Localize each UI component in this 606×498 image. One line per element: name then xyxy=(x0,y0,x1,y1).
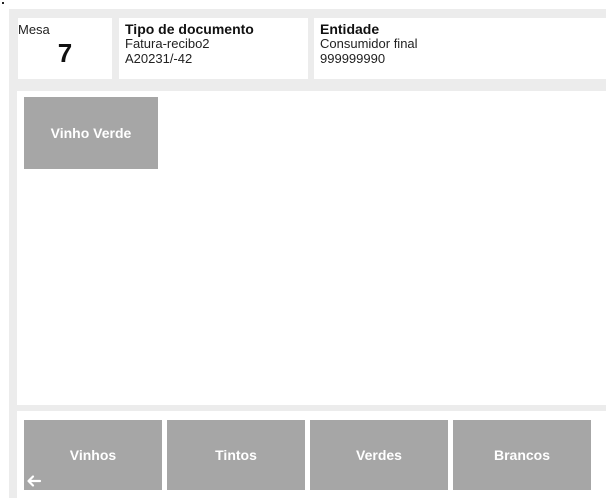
document-type-card[interactable]: Tipo de documento Fatura-recibo2 A20231/… xyxy=(119,18,308,79)
arrow-left-icon[interactable] xyxy=(26,474,42,488)
category-label: Verdes xyxy=(356,447,402,463)
entity-title: Entidade xyxy=(320,21,380,37)
entity-name: Consumidor final xyxy=(320,36,418,51)
document-number: A20231/-42 xyxy=(125,51,193,66)
category-button-verdes[interactable]: Verdes xyxy=(310,420,448,490)
category-label: Tintos xyxy=(215,447,257,463)
document-type-title: Tipo de documento xyxy=(125,21,254,37)
category-label: Vinhos xyxy=(69,447,117,463)
entity-nif: 999999990 xyxy=(320,51,386,66)
product-button-vinho-verde[interactable]: Vinho Verde xyxy=(24,97,158,169)
category-label: Brancos xyxy=(493,447,551,463)
document-type-value: Fatura-recibo2 xyxy=(125,36,210,51)
product-grid: Vinho Verde xyxy=(17,91,606,405)
table-number: 7 xyxy=(57,38,73,68)
category-bar: Vinhos Tintos Verdes Brancos xyxy=(17,411,606,498)
category-button-brancos[interactable]: Brancos xyxy=(453,420,591,490)
entity-card[interactable]: Entidade Consumidor final 999999990 xyxy=(314,18,606,79)
pos-app: Mesa 7 Tipo de documento Fatura-recibo2 … xyxy=(9,9,606,498)
category-button-vinhos[interactable]: Vinhos xyxy=(24,420,162,490)
table-label: Mesa xyxy=(18,22,50,37)
category-button-tintos[interactable]: Tintos xyxy=(167,420,305,490)
table-card: Mesa 7 xyxy=(18,18,112,79)
corner-dot xyxy=(2,2,4,4)
